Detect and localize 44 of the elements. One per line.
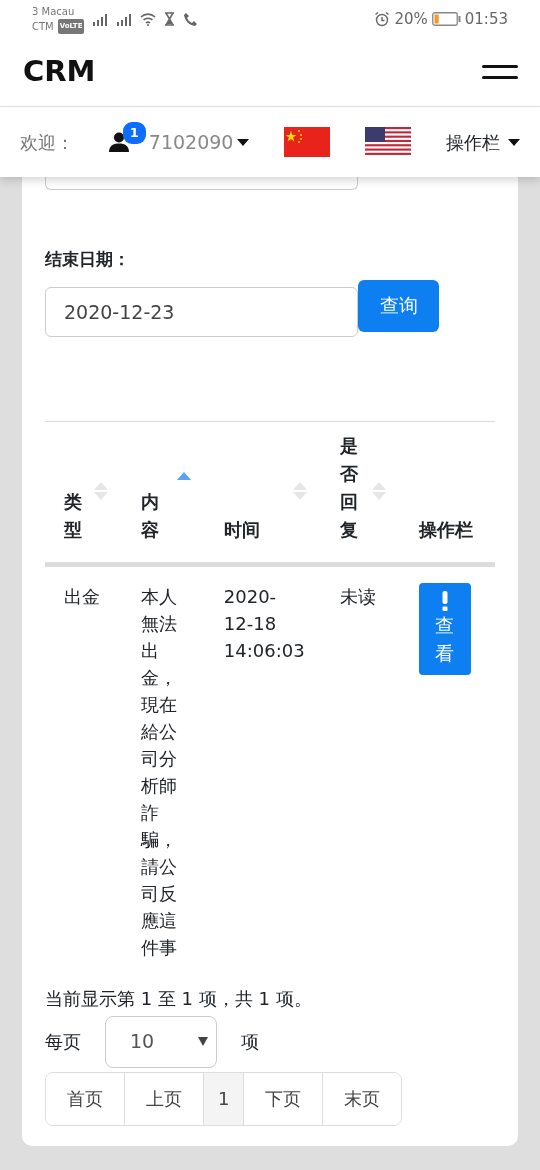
brand-logo[interactable]: CRM (23, 50, 96, 94)
carrier-name: 3 Macau (32, 5, 76, 19)
column-header[interactable]: 内容 (122, 421, 205, 564)
wifi-icon (140, 12, 157, 26)
column-header[interactable]: 是否回复 (320, 421, 400, 564)
clock-time: 01:53 (464, 8, 508, 30)
sort-ascending-icon[interactable] (176, 471, 191, 480)
caret-icon (508, 138, 520, 146)
menu-icon[interactable] (482, 65, 518, 79)
page-button[interactable]: 1 (204, 1072, 245, 1125)
table-info: 当前显示第 1 至 1 项，共 1 项。 (45, 986, 313, 1011)
caret-icon (237, 138, 250, 146)
column-header[interactable]: 时间 (204, 421, 321, 564)
phone-icon (183, 11, 199, 27)
input-field[interactable] (45, 177, 358, 190)
table-cell-text: 本人無法出金，現在給公司分析師詐騙，請公司反應這件事 (141, 584, 179, 960)
alarm-icon (374, 11, 391, 27)
page-size-label: 项 (241, 1030, 259, 1054)
page-size-select[interactable]: 10 (105, 1015, 217, 1068)
page-size-label: 每页 (45, 1030, 81, 1054)
signal-icon (92, 11, 109, 27)
query-button[interactable]: 查询 (358, 279, 439, 332)
china-flag-icon[interactable] (284, 127, 331, 157)
column-header[interactable]: 操作栏 (399, 421, 495, 564)
exclamation-icon (441, 590, 448, 611)
user-menu-link[interactable]: 7102090 (148, 127, 234, 157)
date-field[interactable]: 2020-12-23 (45, 286, 358, 337)
table-cell: 出金 (64, 585, 100, 607)
actions-menu-link[interactable]: 操作栏 (446, 128, 500, 156)
us-flag-icon[interactable] (365, 127, 412, 157)
table-cell: 未读 (339, 585, 376, 607)
field-label: 结束日期： (45, 248, 131, 271)
hourglass-icon (164, 12, 176, 26)
battery-icon (431, 12, 461, 26)
table-cell-text: 2020-12-18 14:06:03 (223, 584, 302, 663)
welcome-label: 欢迎： (20, 130, 74, 155)
carrier-name: CTM (32, 20, 54, 34)
battery-percent: 20% (394, 8, 428, 30)
user-icon (108, 132, 129, 152)
view-button[interactable]: 查看 (418, 582, 471, 675)
signal-icon (116, 11, 133, 27)
notification-badge: 1 (122, 122, 146, 144)
column-header[interactable]: 类型 (45, 421, 123, 564)
page-button[interactable]: 首页 (46, 1072, 125, 1125)
